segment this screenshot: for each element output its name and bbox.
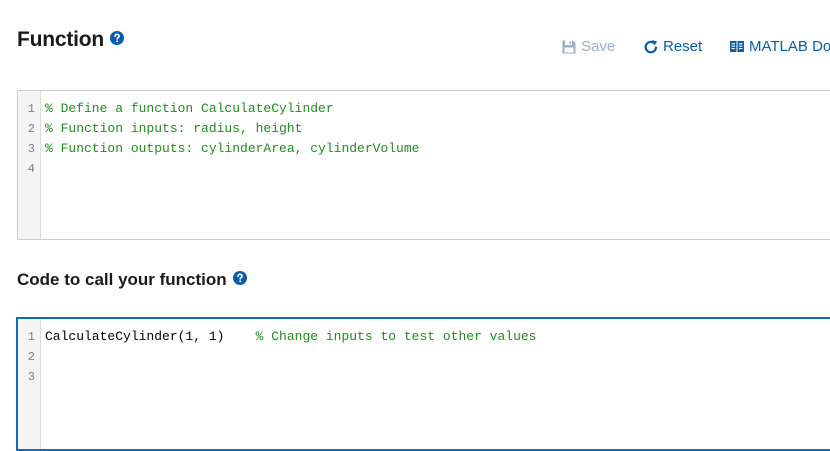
matlab-doc-label: MATLAB Do bbox=[749, 38, 830, 55]
reset-label: Reset bbox=[663, 38, 703, 55]
reset-button[interactable]: Reset bbox=[643, 38, 702, 55]
save-label: Save bbox=[581, 38, 616, 55]
code-line: 1 % Define a function CalculateCylinder bbox=[18, 99, 830, 119]
call-section-header: Code to call your function bbox=[17, 270, 247, 290]
line-number: 3 bbox=[27, 370, 35, 384]
line-number: 2 bbox=[27, 122, 35, 136]
line-number: 4 bbox=[27, 162, 35, 176]
code-line: 2 bbox=[18, 347, 830, 367]
code-line: 2 % Function inputs: radius, height bbox=[18, 119, 830, 139]
code-line: 4 bbox=[18, 159, 830, 179]
code-comment: % Function outputs: cylinderArea, cylind… bbox=[45, 141, 420, 156]
code-text: CalculateCylinder(1, 1) bbox=[45, 329, 256, 344]
code-comment: % Change inputs to test other values bbox=[255, 329, 537, 344]
section-title: Code to call your function bbox=[17, 270, 227, 289]
code-line: 3 bbox=[18, 367, 830, 387]
save-button[interactable]: Save bbox=[561, 38, 615, 55]
line-number: 1 bbox=[27, 330, 35, 344]
refresh-icon bbox=[643, 39, 659, 55]
book-icon bbox=[729, 39, 745, 55]
code-line: 3 % Function outputs: cylinderArea, cyli… bbox=[18, 139, 830, 159]
floppy-disk-icon bbox=[561, 39, 577, 55]
code-comment: % Function inputs: radius, height bbox=[45, 121, 303, 136]
code-comment: % Define a function CalculateCylinder bbox=[45, 101, 334, 116]
matlab-doc-button[interactable]: MATLAB Do bbox=[729, 38, 830, 55]
function-editor[interactable]: 1 % Define a function CalculateCylinder … bbox=[17, 90, 830, 240]
help-icon[interactable] bbox=[232, 271, 247, 285]
code-line: 1 CalculateCylinder(1, 1) % Change input… bbox=[18, 327, 830, 347]
toolbar: Save Reset MATLAB Do bbox=[0, 38, 830, 58]
line-number: 2 bbox=[27, 350, 35, 364]
call-editor[interactable]: 1 CalculateCylinder(1, 1) % Change input… bbox=[16, 317, 830, 451]
line-number: 1 bbox=[27, 102, 35, 116]
line-number: 3 bbox=[27, 142, 35, 156]
